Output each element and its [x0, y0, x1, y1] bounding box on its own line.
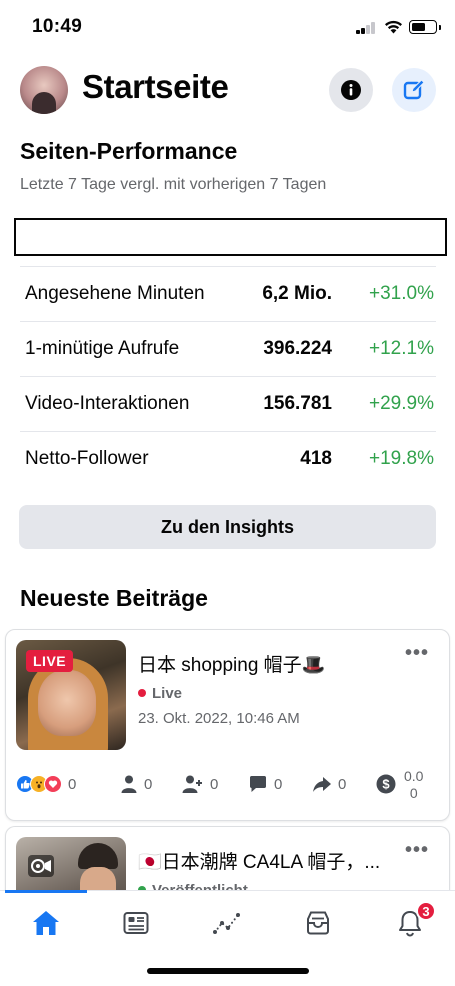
share-icon [313, 777, 331, 792]
tab-feed[interactable] [116, 903, 156, 943]
stat-value: 6,2 Mio. [262, 283, 332, 304]
reach-metric: 0 [120, 772, 152, 796]
notification-badge: 3 [416, 901, 436, 921]
post-thumbnail[interactable]: LIVE [16, 640, 126, 750]
comments-count: 0 [274, 775, 283, 793]
performance-subtitle: Letzte 7 Tage vergl. mit vorherigen 7 Ta… [20, 176, 327, 193]
reactions-metric: 0 [16, 772, 76, 796]
post-card[interactable]: LIVE 日本 shopping 帽子🎩 Live 23. Okt. 2022,… [5, 629, 450, 821]
header: Startseite [0, 60, 455, 120]
battery-icon [409, 20, 441, 34]
home-icon [33, 911, 59, 935]
stat-row[interactable]: Video-Interaktionen 156.781 +29.9% [20, 376, 436, 431]
add-follower-icon [182, 775, 202, 793]
post-date: 23. Okt. 2022, 10:46 AM [138, 710, 300, 727]
insights-icon [213, 913, 240, 934]
stat-label: 1-minütige Aufrufe [25, 338, 180, 359]
earnings-bottom: 0 [409, 784, 418, 801]
stat-row[interactable]: Netto-Follower 418 +19.8% [20, 431, 436, 486]
stat-change: +29.9% [369, 393, 434, 414]
stat-label: Netto-Follower [25, 448, 149, 469]
svg-text:$: $ [382, 777, 390, 792]
love-icon [44, 775, 62, 793]
info-button[interactable] [329, 68, 373, 112]
stat-row[interactable]: 1-minütige Aufrufe 396.224 +12.1% [20, 321, 436, 376]
reach-count: 0 [144, 775, 153, 793]
insights-button[interactable]: Zu den Insights [19, 505, 436, 549]
feed-icon [123, 912, 149, 934]
video-badge [28, 855, 54, 877]
shares-count: 0 [338, 775, 347, 793]
post-status: Live [138, 685, 182, 702]
stat-change: +31.0% [369, 283, 434, 304]
active-tab-indicator [5, 890, 87, 893]
status-bar: 10:49 [0, 0, 455, 56]
followers-metric: 0 [182, 772, 218, 796]
recent-posts-title: Neueste Beiträge [20, 585, 208, 611]
person-icon [121, 775, 137, 793]
tab-inbox[interactable] [298, 903, 338, 943]
profile-avatar[interactable] [20, 66, 68, 114]
shares-metric: 0 [312, 772, 346, 796]
more-options-icon[interactable]: ••• [405, 839, 429, 862]
info-icon [341, 80, 361, 100]
post-status-label: Live [152, 685, 183, 702]
home-indicator [147, 968, 309, 974]
status-dot-icon [138, 689, 146, 698]
stat-change: +19.8% [369, 448, 434, 469]
page-title: Startseite [82, 68, 229, 105]
wifi-icon [385, 20, 402, 34]
stat-change: +12.1% [369, 338, 434, 359]
followers-count: 0 [210, 775, 219, 793]
live-badge: LIVE [26, 650, 74, 672]
earnings-values: 0.0 0 [404, 769, 423, 800]
tab-notifications[interactable]: 3 [390, 901, 436, 943]
tab-home[interactable] [26, 903, 66, 943]
performance-title: Seiten-Performance [20, 138, 238, 164]
earnings-top: 0.0 [404, 767, 424, 784]
status-time: 10:49 [32, 16, 83, 37]
earnings-metric: $ 0.0 0 [376, 766, 423, 802]
tab-insights[interactable] [207, 903, 247, 943]
comment-icon [250, 776, 266, 792]
stat-value: 396.224 [263, 338, 332, 359]
stat-value: 418 [300, 448, 332, 469]
performance-chart-placeholder [14, 218, 447, 256]
post-metrics: 0 0 0 0 0 $ 0.0 0 [16, 766, 441, 806]
stat-row[interactable]: Angesehene Minuten 6,2 Mio. +31.0% [20, 266, 436, 321]
dollar-icon: $ [376, 774, 396, 794]
compose-icon [403, 79, 425, 100]
signal-icon [356, 22, 376, 34]
stat-value: 156.781 [263, 393, 332, 414]
post-title: 🇯🇵日本潮牌 CA4LA 帽子，... [138, 852, 381, 873]
reactions-count: 0 [68, 775, 77, 793]
video-icon [31, 859, 51, 873]
stat-label: Video-Interaktionen [25, 393, 190, 414]
stat-label: Angesehene Minuten [25, 283, 205, 304]
more-options-icon[interactable]: ••• [405, 642, 429, 665]
inbox-icon [307, 911, 329, 935]
comments-metric: 0 [248, 772, 282, 796]
post-title: 日本 shopping 帽子🎩 [138, 655, 326, 676]
compose-button[interactable] [392, 68, 436, 112]
